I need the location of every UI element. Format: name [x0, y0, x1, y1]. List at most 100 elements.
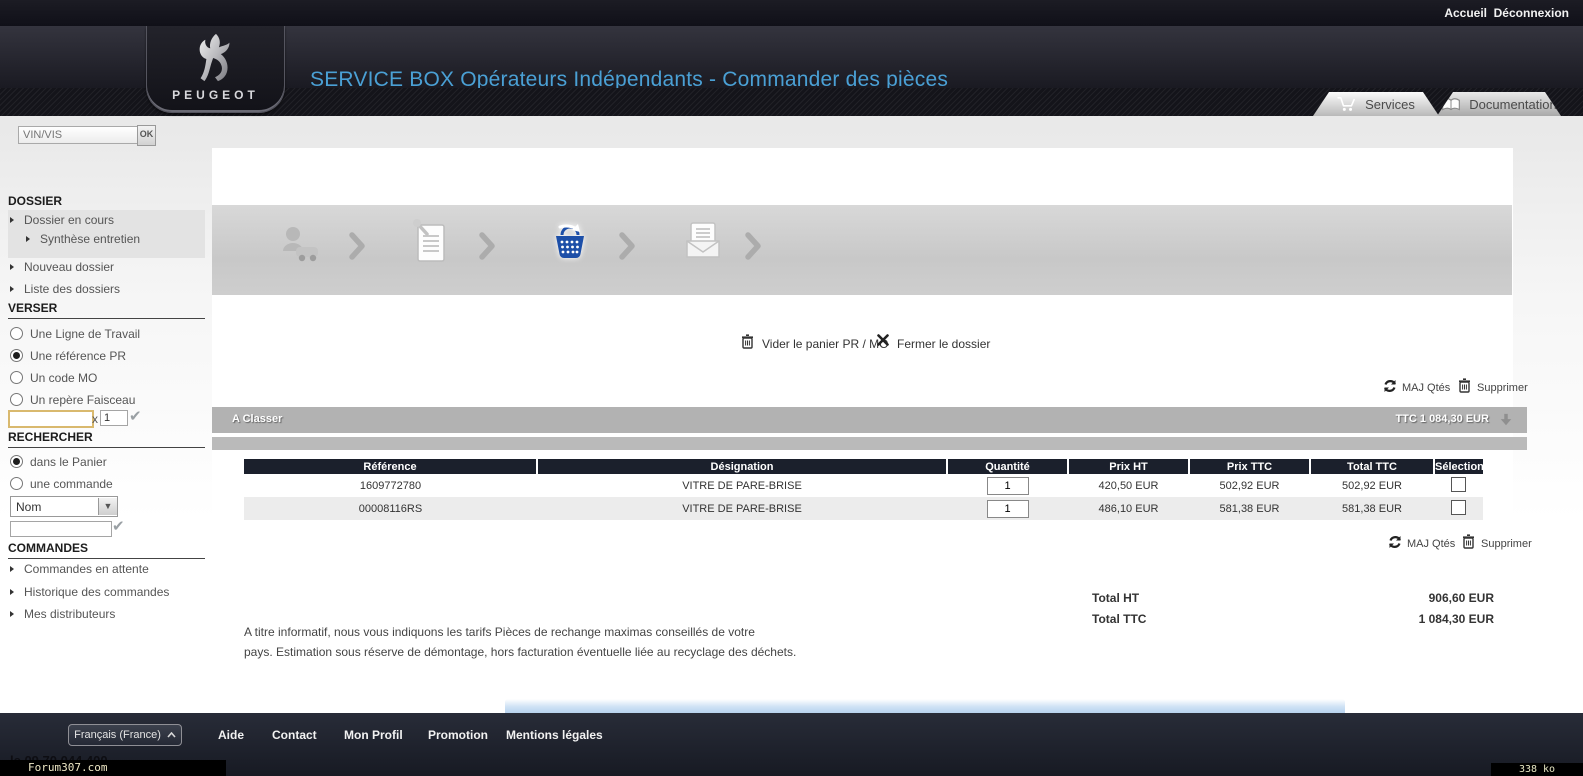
chevron-right-icon [618, 231, 636, 261]
peugeot-lion-icon [191, 32, 241, 84]
radio-reference-pr[interactable] [10, 349, 23, 362]
reference-input[interactable] [8, 410, 94, 428]
sidebar-item-historique-commandes[interactable]: Historique des commandes [24, 585, 169, 599]
language-selector[interactable]: Français (France) [68, 724, 182, 746]
col-header-reference: Référence [244, 459, 537, 474]
footer-link-promotion[interactable]: Promotion [428, 728, 488, 742]
radio-label-ligne[interactable]: Une Ligne de Travail [30, 327, 140, 341]
table-header-row: Référence Désignation Quantité Prix HT P… [244, 459, 1483, 474]
delete-selected-button[interactable]: Supprimer [1477, 382, 1528, 394]
logout-link[interactable]: Déconnexion [1494, 6, 1569, 20]
sidebar-item-dossier-en-cours[interactable]: Dossier en cours [24, 213, 114, 227]
group-title: A Classer [232, 413, 282, 425]
radio-label-panier[interactable]: dans le Panier [30, 455, 107, 469]
close-icon[interactable] [877, 334, 889, 346]
tariff-info-line-1: A titre informatif, nous vous indiquons … [244, 625, 755, 639]
tab-documentation-label: Documentation [1469, 97, 1556, 112]
bullet-icon [10, 611, 14, 617]
radio-ligne-de-travail[interactable] [10, 327, 23, 340]
tab-services[interactable]: Services [1313, 92, 1439, 116]
section-title-verser: VERSER [8, 301, 205, 319]
col-header-total-ttc: Total TTC [1310, 459, 1434, 474]
page-size-badge: 338 ko [1491, 763, 1583, 776]
cell-prix-ht: 420,50 EUR [1068, 474, 1189, 497]
select-checkbox-row-2[interactable] [1451, 500, 1466, 515]
radio-dans-le-panier[interactable] [10, 455, 23, 468]
close-dossier-button[interactable]: Fermer le dossier [897, 337, 990, 351]
step-order-icon[interactable] [682, 221, 724, 261]
search-check-icon[interactable]: ✔ [112, 517, 125, 535]
validate-check-icon[interactable]: ✔ [129, 407, 142, 425]
delete-selected-button[interactable]: Supprimer [1481, 538, 1532, 550]
empty-cart-button[interactable]: Vider le panier PR / MO [762, 337, 889, 351]
total-ht-label: Total HT [1092, 591, 1139, 605]
radio-code-mo[interactable] [10, 371, 23, 384]
radio-une-commande[interactable] [10, 477, 23, 490]
sidebar-item-liste-des-dossiers[interactable]: Liste des dossiers [24, 282, 120, 296]
vin-ok-button[interactable]: OK [137, 125, 156, 146]
bullet-icon [10, 217, 14, 223]
sidebar-item-commandes-attente[interactable]: Commandes en attente [24, 562, 149, 576]
step-vehicle-icon[interactable] [280, 225, 322, 265]
home-link[interactable]: Accueil [1444, 6, 1487, 20]
refresh-icon[interactable] [1383, 379, 1397, 393]
footer-link-mon-profil[interactable]: Mon Profil [344, 728, 403, 742]
footer-link-mentions-legales[interactable]: Mentions légales [506, 728, 603, 742]
language-value: Français (France) [74, 729, 161, 741]
radio-label-commande[interactable]: une commande [30, 477, 113, 491]
sidebar-item-synthese-entretien[interactable]: Synthèse entretien [40, 232, 140, 246]
sidebar-item-nouveau-dossier[interactable]: Nouveau dossier [24, 260, 114, 274]
cart-icon [1337, 96, 1357, 112]
cell-designation: VITRE DE PARE-BRISE [537, 474, 947, 497]
collapse-arrow-icon[interactable] [1499, 413, 1513, 427]
total-ttc-value: 1 084,30 EUR [1364, 612, 1494, 626]
tab-documentation[interactable]: Documentation [1437, 92, 1561, 116]
chevron-up-icon [167, 732, 176, 738]
radio-label-faisceau[interactable]: Un repère Faisceau [30, 393, 135, 407]
search-input[interactable] [10, 521, 112, 537]
col-header-prix-ttc: Prix TTC [1189, 459, 1310, 474]
bullet-icon [10, 589, 14, 595]
vin-input[interactable] [18, 126, 140, 144]
select-checkbox-row-1[interactable] [1451, 477, 1466, 492]
radio-label-reference-pr[interactable]: Une référence PR [30, 349, 126, 363]
quantity-input-row-2[interactable] [987, 500, 1029, 518]
update-quantities-button[interactable]: MAJ Qtés [1402, 382, 1450, 394]
section-title-commandes: COMMANDES [8, 541, 205, 559]
footer-link-contact[interactable]: Contact [272, 728, 317, 742]
quantity-input-row-1[interactable] [987, 477, 1029, 495]
workflow-breadcrumb-panel [212, 205, 1512, 295]
col-header-quantite: Quantité [947, 459, 1068, 474]
cell-prix-ttc: 581,38 EUR [1189, 497, 1310, 520]
cell-prix-ttc: 502,92 EUR [1189, 474, 1310, 497]
trash-icon[interactable] [1458, 378, 1471, 393]
tariff-info-line-2: pays. Estimation sous réserve de démonta… [244, 645, 796, 659]
radio-repere-faisceau[interactable] [10, 393, 23, 406]
search-type-select[interactable]: Nom ▼ [10, 496, 118, 517]
chevron-right-icon [478, 231, 496, 261]
total-ht-value: 906,60 EUR [1364, 591, 1494, 605]
chevron-right-icon [744, 231, 762, 261]
sidebar-item-mes-distributeurs[interactable]: Mes distributeurs [24, 607, 115, 621]
update-quantities-button[interactable]: MAJ Qtés [1407, 538, 1455, 550]
bullet-icon [10, 286, 14, 292]
peugeot-brand-text: PEUGEOT [147, 88, 284, 102]
parts-table: Référence Désignation Quantité Prix HT P… [244, 459, 1483, 520]
cell-reference: 00008116RS [244, 497, 537, 520]
col-header-designation: Désignation [537, 459, 947, 474]
watermark-forum307: Forum307.com [0, 760, 226, 776]
radio-label-code-mo[interactable]: Un code MO [30, 371, 97, 385]
select-value: Nom [11, 500, 98, 514]
step-basket-icon-active[interactable] [548, 221, 592, 263]
step-operations-icon[interactable] [410, 219, 450, 265]
trash-icon[interactable] [741, 334, 754, 349]
quantity-input-sidebar[interactable] [100, 410, 128, 426]
bullet-icon [26, 236, 30, 242]
refresh-icon[interactable] [1388, 535, 1402, 549]
group-header-a-classer[interactable]: A Classer TTC 1 084,30 EUR [212, 407, 1527, 433]
cell-designation: VITRE DE PARE-BRISE [537, 497, 947, 520]
footer-link-aide[interactable]: Aide [218, 728, 244, 742]
table-row: 00008116RS VITRE DE PARE-BRISE 486,10 EU… [244, 497, 1483, 520]
tab-services-label: Services [1365, 97, 1415, 112]
trash-icon[interactable] [1462, 534, 1475, 549]
